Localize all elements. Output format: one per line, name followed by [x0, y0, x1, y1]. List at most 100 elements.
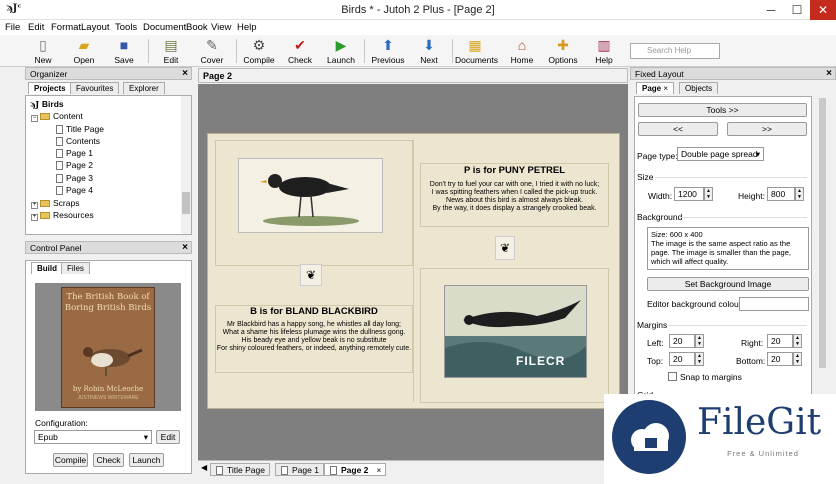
tab-build[interactable]: Build — [31, 262, 63, 274]
expand-icon[interactable]: + — [31, 214, 38, 221]
margin-bottom-spinner[interactable]: ▲ ▼ — [793, 352, 802, 366]
previous-page-button[interactable]: << — [638, 122, 718, 136]
tab-favourites[interactable]: Favourites — [70, 82, 120, 94]
background-section-label: Background — [637, 212, 683, 222]
margin-right-field[interactable]: 20 — [767, 334, 793, 348]
page-icon — [216, 466, 223, 475]
cover-wand-icon: ✎ — [206, 37, 218, 53]
cover-title: The British Book of Boring British Birds — [64, 292, 152, 313]
menu-document[interactable]: Document — [143, 22, 186, 33]
help-button[interactable]: ▥ Help — [584, 36, 624, 66]
page-tab-page-2[interactable]: Page 2 × — [324, 463, 387, 476]
tab-page[interactable]: Page × — [636, 82, 675, 94]
tab-explorer[interactable]: Explorer — [123, 82, 165, 94]
margin-bottom-field[interactable]: 20 — [767, 352, 793, 366]
close-fixed-layout-icon[interactable]: × — [826, 68, 832, 79]
maximize-button[interactable]: ☐ — [784, 0, 810, 20]
cloud-lock-icon — [631, 423, 669, 451]
compile-button-panel[interactable]: Compile — [53, 453, 88, 467]
margin-right-label: Right: — [741, 338, 764, 348]
tree-item-page-2[interactable]: Page 2 — [56, 160, 93, 170]
next-page-button[interactable]: >> — [727, 122, 807, 136]
page-tab-page-1[interactable]: Page 1 — [275, 463, 324, 476]
fixed-layout-scroll-thumb[interactable] — [819, 98, 826, 368]
launch-button-panel[interactable]: Launch — [129, 453, 164, 467]
open-button[interactable]: ▰ Open — [64, 36, 104, 66]
close-window-button[interactable]: ✕ — [810, 0, 836, 20]
margins-section-label: Margins — [637, 320, 668, 330]
wrench-icon: ✚ — [557, 37, 569, 53]
close-tab-icon[interactable]: × — [376, 465, 381, 475]
menu-format[interactable]: Format — [51, 22, 81, 33]
check-button[interactable]: ✔ Check — [280, 36, 320, 66]
new-button[interactable]: ▯ New — [23, 36, 63, 66]
width-field[interactable]: 1200 — [674, 187, 704, 201]
height-field[interactable]: 800 — [767, 187, 795, 201]
expand-icon[interactable]: + — [31, 202, 38, 209]
menu-book[interactable]: Book — [186, 22, 208, 33]
page-type-select[interactable]: Double page spread ▾ — [677, 147, 764, 161]
left-page-text: Mr Blackbird has a happy song, he whistl… — [216, 321, 412, 352]
menu-file[interactable]: File — [5, 22, 20, 33]
page-icon — [56, 125, 63, 134]
tree-item-contents[interactable]: Contents — [56, 136, 100, 146]
compile-button[interactable]: ⚙ Compile — [239, 36, 279, 66]
previous-button[interactable]: ⬆ Previous — [368, 36, 408, 66]
configuration-edit-button[interactable]: Edit — [156, 430, 180, 444]
page-type-label: Page type: — [637, 151, 678, 161]
home-button[interactable]: ⌂ Home — [502, 36, 542, 66]
editor-bg-colour-swatch[interactable] — [739, 297, 809, 311]
tree-item-page-1[interactable]: Page 1 — [56, 148, 93, 158]
launch-button[interactable]: ▶ Launch — [321, 36, 361, 66]
close-tab-icon[interactable]: × — [663, 84, 668, 93]
blackbird-image[interactable] — [238, 158, 383, 233]
tree-root[interactable]: ϡJ Birds — [30, 99, 64, 109]
snap-to-margins-checkbox[interactable] — [668, 372, 677, 381]
tab-objects[interactable]: Objects — [679, 82, 719, 94]
menu-help[interactable]: Help — [237, 22, 257, 33]
width-label: Width: — [648, 191, 673, 201]
options-button[interactable]: ✚ Options — [543, 36, 583, 66]
set-background-image-button[interactable]: Set Background Image — [647, 277, 809, 291]
help-search-input[interactable]: Search Help — [630, 43, 720, 59]
gear-icon: ⚙ — [252, 37, 266, 53]
menu-tools[interactable]: Tools — [115, 22, 137, 33]
tree-scraps[interactable]: + Scraps — [31, 198, 79, 209]
close-organizer-icon[interactable]: × — [182, 68, 188, 79]
page-tabs-bar: ◀ Title Page Page 1 Page 2 × — [198, 460, 628, 476]
cover-button[interactable]: ✎ Cover — [192, 36, 232, 66]
page-icon — [281, 466, 288, 475]
tree-item-title-page[interactable]: Title Page — [56, 124, 104, 134]
collapse-icon[interactable]: − — [31, 115, 38, 122]
documents-button[interactable]: ▦ Documents — [455, 36, 498, 66]
margin-top-spinner[interactable]: ▲ ▼ — [695, 352, 704, 366]
close-control-panel-icon[interactable]: × — [182, 242, 188, 253]
margin-left-spinner[interactable]: ▲ ▼ — [695, 334, 704, 348]
menu-layout[interactable]: Layout — [81, 22, 110, 33]
organizer-scroll-thumb[interactable] — [182, 192, 190, 214]
home-icon: ⌂ — [517, 37, 527, 53]
save-button[interactable]: ■ Save — [104, 36, 144, 66]
menu-view[interactable]: View — [211, 22, 231, 33]
minimize-button[interactable]: ─ — [758, 0, 784, 20]
next-button[interactable]: ⬇ Next — [409, 36, 449, 66]
tab-files[interactable]: Files — [61, 262, 90, 274]
width-spinner[interactable]: ▲ ▼ — [704, 187, 713, 201]
tabs-scroll-left-icon[interactable]: ◀ — [201, 463, 207, 472]
tab-projects[interactable]: Projects — [28, 82, 72, 94]
tree-content[interactable]: − Content — [31, 111, 83, 122]
margin-top-field[interactable]: 20 — [669, 352, 695, 366]
page-tab-title-page[interactable]: Title Page — [210, 463, 270, 476]
height-spinner[interactable]: ▲ ▼ — [795, 187, 804, 201]
configuration-select[interactable]: Epub ▾ — [34, 430, 152, 444]
tree-item-page-3[interactable]: Page 3 — [56, 173, 93, 183]
menu-edit[interactable]: Edit — [28, 22, 44, 33]
margin-left-field[interactable]: 20 — [669, 334, 695, 348]
margin-right-spinner[interactable]: ▲ ▼ — [793, 334, 802, 348]
tree-item-page-4[interactable]: Page 4 — [56, 185, 93, 195]
tree-resources[interactable]: + Resources — [31, 210, 94, 221]
tools-button[interactable]: Tools >> — [638, 103, 807, 117]
check-button-panel[interactable]: Check — [93, 453, 124, 467]
left-page-heading: B is for BLAND BLACKBIRD — [250, 306, 378, 317]
edit-button[interactable]: ▤ Edit — [151, 36, 191, 66]
